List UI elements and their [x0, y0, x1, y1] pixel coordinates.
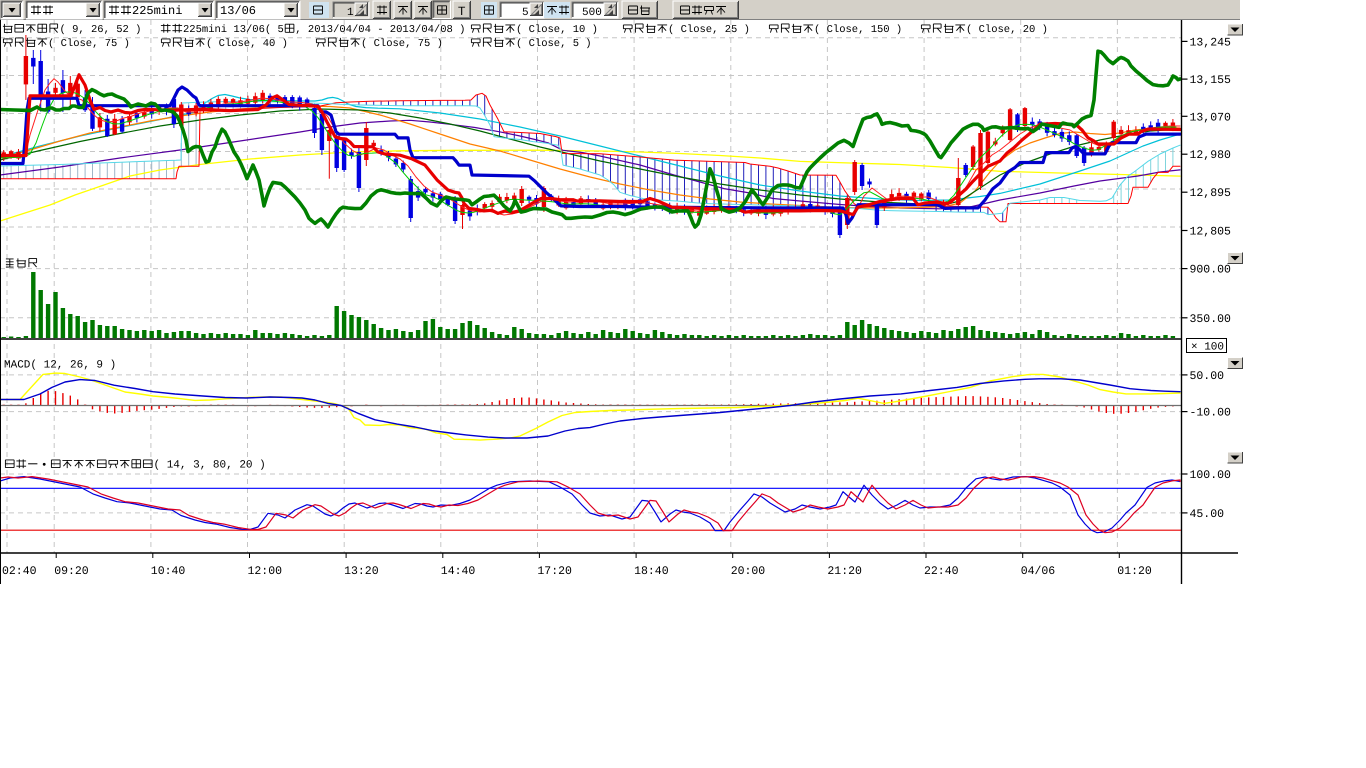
svg-text:09:20: 09:20	[54, 565, 89, 578]
svg-text:04/06: 04/06	[1021, 565, 1056, 578]
svg-text:12,805: 12,805	[1190, 226, 1232, 239]
svg-text:( Close, 75 ): ( Close, 75 )	[48, 38, 130, 50]
svg-text:13,070: 13,070	[1190, 111, 1232, 124]
svg-text:( Close, 75 ): ( Close, 75 )	[361, 38, 443, 50]
svg-text:900.00: 900.00	[1190, 264, 1232, 277]
svg-text:( Close, 150 ): ( Close, 150 )	[814, 24, 902, 36]
svg-text:12,980: 12,980	[1190, 149, 1232, 162]
svg-text:13:20: 13:20	[344, 565, 379, 578]
svg-text:13,245: 13,245	[1190, 36, 1232, 49]
svg-text:( 9, 26, 52 ): ( 9, 26, 52 )	[60, 24, 142, 36]
svg-text:× 100: × 100	[1191, 342, 1224, 354]
svg-text:, 2013/04/04 - 2013/04/08 ): , 2013/04/04 - 2013/04/08 )	[295, 24, 465, 36]
svg-text:( 14, 3, 80, 20 ): ( 14, 3, 80, 20 )	[154, 459, 266, 471]
svg-text:MACD( 12, 26, 9 ): MACD( 12, 26, 9 )	[4, 359, 116, 371]
svg-text:( Close, 10 ): ( Close, 10 )	[516, 24, 598, 36]
svg-text:02:40: 02:40	[2, 565, 37, 578]
svg-text:T: T	[458, 4, 466, 18]
svg-text:10:40: 10:40	[151, 565, 186, 578]
svg-text:01:20: 01:20	[1117, 565, 1152, 578]
svg-text:13/06: 13/06	[220, 4, 256, 18]
svg-text:50.00: 50.00	[1190, 370, 1225, 383]
svg-text:12:00: 12:00	[248, 565, 283, 578]
svg-text:21:20: 21:20	[827, 565, 862, 578]
svg-text:5: 5	[522, 7, 529, 19]
svg-text:1: 1	[347, 7, 354, 19]
svg-text:( Close, 20 ): ( Close, 20 )	[966, 24, 1048, 36]
svg-text:( Close, 40 ): ( Close, 40 )	[206, 38, 288, 50]
svg-text:500: 500	[582, 7, 602, 19]
svg-text:18:40: 18:40	[634, 565, 669, 578]
svg-text:22:40: 22:40	[924, 565, 959, 578]
svg-text:350.00: 350.00	[1190, 313, 1232, 326]
svg-text:225mini 13/06( 5: 225mini 13/06( 5	[183, 24, 284, 36]
svg-text:-10.00: -10.00	[1190, 407, 1232, 420]
svg-text:225mini: 225mini	[132, 4, 182, 18]
svg-text:13,155: 13,155	[1190, 74, 1232, 87]
svg-text:14:40: 14:40	[441, 565, 476, 578]
svg-text:20:00: 20:00	[731, 565, 766, 578]
svg-text:45.00: 45.00	[1190, 508, 1225, 521]
svg-text:( Close, 25 ): ( Close, 25 )	[668, 24, 750, 36]
svg-text:100.00: 100.00	[1190, 469, 1232, 482]
svg-text:12,895: 12,895	[1190, 187, 1232, 200]
svg-text:17:20: 17:20	[537, 565, 572, 578]
svg-text:( Close, 5 ): ( Close, 5 )	[516, 38, 592, 50]
